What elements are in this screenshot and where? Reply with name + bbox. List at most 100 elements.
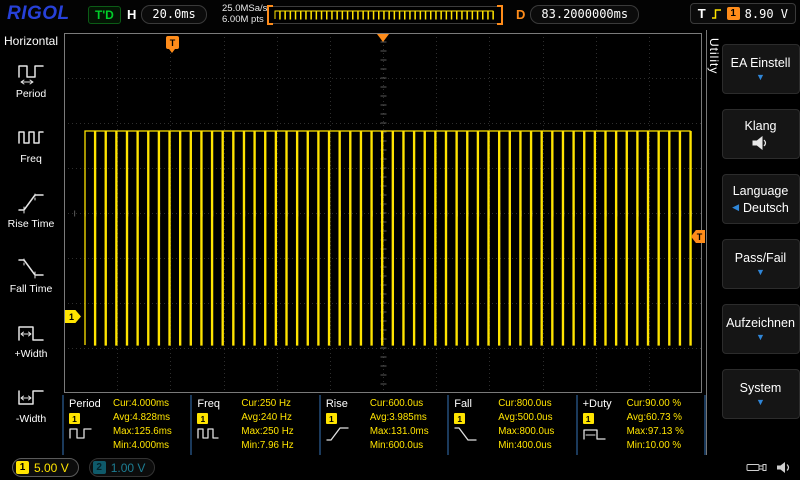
- chevron-left-icon: ◀: [732, 202, 739, 213]
- menu-item-label: -Width: [16, 413, 46, 425]
- rise-time-icon: [17, 191, 45, 215]
- button-label: EA Einstell: [731, 56, 791, 70]
- measurement-panel-freq[interactable]: Freq 1 Cur:250 Hz Avg:240 Hz Max:250 Hz …: [192, 395, 320, 455]
- trigger-flag-label: T: [170, 38, 176, 48]
- trigger-label: T: [698, 6, 706, 21]
- freq-icon: [17, 126, 45, 150]
- menu-button-system[interactable]: System ▼: [722, 369, 800, 419]
- stat-max: Max:250 Hz: [241, 427, 314, 438]
- rigol-logo: RIGOL: [7, 3, 70, 25]
- timebase-readout[interactable]: 20.0ms: [141, 5, 206, 24]
- stat-min: Min:400.0us: [498, 441, 571, 452]
- chevron-down-icon: ▼: [756, 333, 765, 342]
- trigger-readout-group[interactable]: T 1 8.90 V: [690, 3, 796, 24]
- duty-icon: [583, 426, 607, 442]
- measurement-head: Rise 1: [326, 398, 366, 453]
- menu-item-rise-time[interactable]: Rise Time: [0, 178, 62, 243]
- horizontal-readout-group: H 20.0ms: [127, 5, 207, 24]
- preview-right-bracket-icon: [497, 5, 503, 25]
- oscilloscope-screen: RIGOL T'D H 20.0ms 25.0MSa/s 6.00M pts D…: [0, 0, 800, 480]
- measurement-values: Cur:600.0us Avg:3.985ms Max:131.0ms Min:…: [370, 398, 443, 453]
- menu-title-utility: Utility: [706, 30, 721, 455]
- measurement-panel-rise[interactable]: Rise 1 Cur:600.0us Avg:3.985ms Max:131.0…: [321, 395, 449, 455]
- menu-item-minus-width[interactable]: -Width: [0, 373, 62, 438]
- channel1-badge: 1: [16, 461, 29, 474]
- menu-button-language[interactable]: Language ◀ Deutsch: [722, 174, 800, 224]
- button-label: Klang: [745, 119, 777, 133]
- menu-item-freq[interactable]: Freq: [0, 113, 62, 178]
- acquisition-info: 25.0MSa/s 6.00M pts: [222, 4, 267, 26]
- stat-avg: Avg:500.0us: [498, 413, 571, 424]
- measurement-name: Freq: [197, 398, 220, 410]
- stat-cur: Cur:250 Hz: [241, 399, 314, 410]
- delay-readout[interactable]: 83.2000000ms: [530, 5, 639, 24]
- stat-max: Max:800.0us: [498, 427, 571, 438]
- menu-item-period[interactable]: Period: [0, 48, 62, 113]
- measurement-head: Fall 1: [454, 398, 494, 453]
- measurement-name: Rise: [326, 398, 348, 410]
- measurement-head: Period 1: [69, 398, 109, 453]
- measurement-panel-duty[interactable]: +Duty 1 Cur:90.00 % Avg:60.73 % Max:97.1…: [578, 395, 706, 455]
- preview-waveform: [272, 8, 500, 22]
- stat-max: Max:131.0ms: [370, 427, 443, 438]
- measurement-head: Freq 1: [197, 398, 237, 453]
- channel1-scale: 5.00 V: [34, 461, 69, 475]
- delay-label: D: [516, 7, 525, 22]
- stat-max: Max:97.13 %: [627, 427, 700, 438]
- menu-item-label: Rise Time: [8, 218, 55, 230]
- preview-left-bracket-icon: [267, 5, 273, 25]
- stat-avg: Avg:60.73 %: [627, 413, 700, 424]
- language-value: Deutsch: [743, 201, 789, 215]
- measurement-values: Cur:250 Hz Avg:240 Hz Max:250 Hz Min:7.9…: [241, 398, 314, 453]
- soft-button-column: EA Einstell ▼ Klang Language ◀ Deutsch P…: [721, 30, 800, 455]
- measurement-source-badge: 1: [326, 413, 337, 424]
- fall-icon: [454, 426, 478, 442]
- left-measure-menu: Horizontal Period Freq Rise Time: [0, 30, 62, 455]
- chevron-down-icon: ▼: [756, 73, 765, 82]
- measurement-values: Cur:800.0us Avg:500.0us Max:800.0us Min:…: [498, 398, 571, 453]
- measurement-name: +Duty: [583, 398, 612, 410]
- menu-item-label: Period: [16, 88, 46, 100]
- left-menu-title: Horizontal: [4, 34, 58, 48]
- trigger-source-badge: 1: [727, 7, 740, 20]
- measurement-panel-period[interactable]: Period 1 Cur:4.000ms Avg:4.828ms Max:125…: [64, 395, 192, 455]
- stat-cur: Cur:800.0us: [498, 399, 571, 410]
- speaker-icon: [776, 461, 792, 474]
- freq-icon: [197, 426, 221, 442]
- menu-button-ea-einstell[interactable]: EA Einstell ▼: [722, 44, 800, 94]
- language-value-row: ◀ Deutsch: [732, 201, 789, 215]
- measurement-name: Period: [69, 398, 101, 410]
- menu-item-fall-time[interactable]: Fall Time: [0, 243, 62, 308]
- channel2-control[interactable]: 2 1.00 V: [89, 458, 156, 477]
- measurement-values: Cur:4.000ms Avg:4.828ms Max:125.6ms Min:…: [113, 398, 186, 453]
- display-area: T T 1: [62, 30, 706, 395]
- menu-item-plus-width[interactable]: +Width: [0, 308, 62, 373]
- memory-depth-text: 6.00M pts: [222, 15, 267, 26]
- trigger-position-flag[interactable]: T: [166, 36, 179, 49]
- measurement-panel-fall[interactable]: Fall 1 Cur:800.0us Avg:500.0us Max:800.0…: [449, 395, 577, 455]
- trigger-level-label: T: [697, 232, 703, 242]
- measurement-bar: Period 1 Cur:4.000ms Avg:4.828ms Max:125…: [62, 395, 706, 455]
- menu-button-aufzeichnen[interactable]: Aufzeichnen ▼: [722, 304, 800, 354]
- stat-cur: Cur:90.00 %: [627, 399, 700, 410]
- measurement-source-badge: 1: [454, 413, 465, 424]
- button-label: Aufzeichnen: [726, 316, 795, 330]
- status-icons: [746, 455, 792, 480]
- channel2-badge: 2: [93, 461, 106, 474]
- menu-button-pass-fail[interactable]: Pass/Fail ▼: [722, 239, 800, 289]
- trigger-position-triangle-icon[interactable]: [377, 34, 389, 42]
- menu-item-label: +Width: [15, 348, 48, 360]
- measurement-head: +Duty 1: [583, 398, 623, 453]
- graticule-waveform: [64, 33, 702, 393]
- measurement-values: Cur:90.00 % Avg:60.73 % Max:97.13 % Min:…: [627, 398, 700, 453]
- measurement-source-badge: 1: [197, 413, 208, 424]
- horizontal-label: H: [127, 7, 136, 22]
- stat-cur: Cur:4.000ms: [113, 399, 186, 410]
- channel1-control[interactable]: 1 5.00 V: [12, 458, 79, 477]
- menu-button-klang[interactable]: Klang: [722, 109, 800, 159]
- delay-readout-group: D 83.2000000ms: [516, 5, 639, 24]
- chevron-down-icon: ▼: [756, 398, 765, 407]
- period-icon: [69, 426, 93, 442]
- button-label: Pass/Fail: [735, 251, 786, 265]
- trigger-slope-icon: [711, 8, 722, 20]
